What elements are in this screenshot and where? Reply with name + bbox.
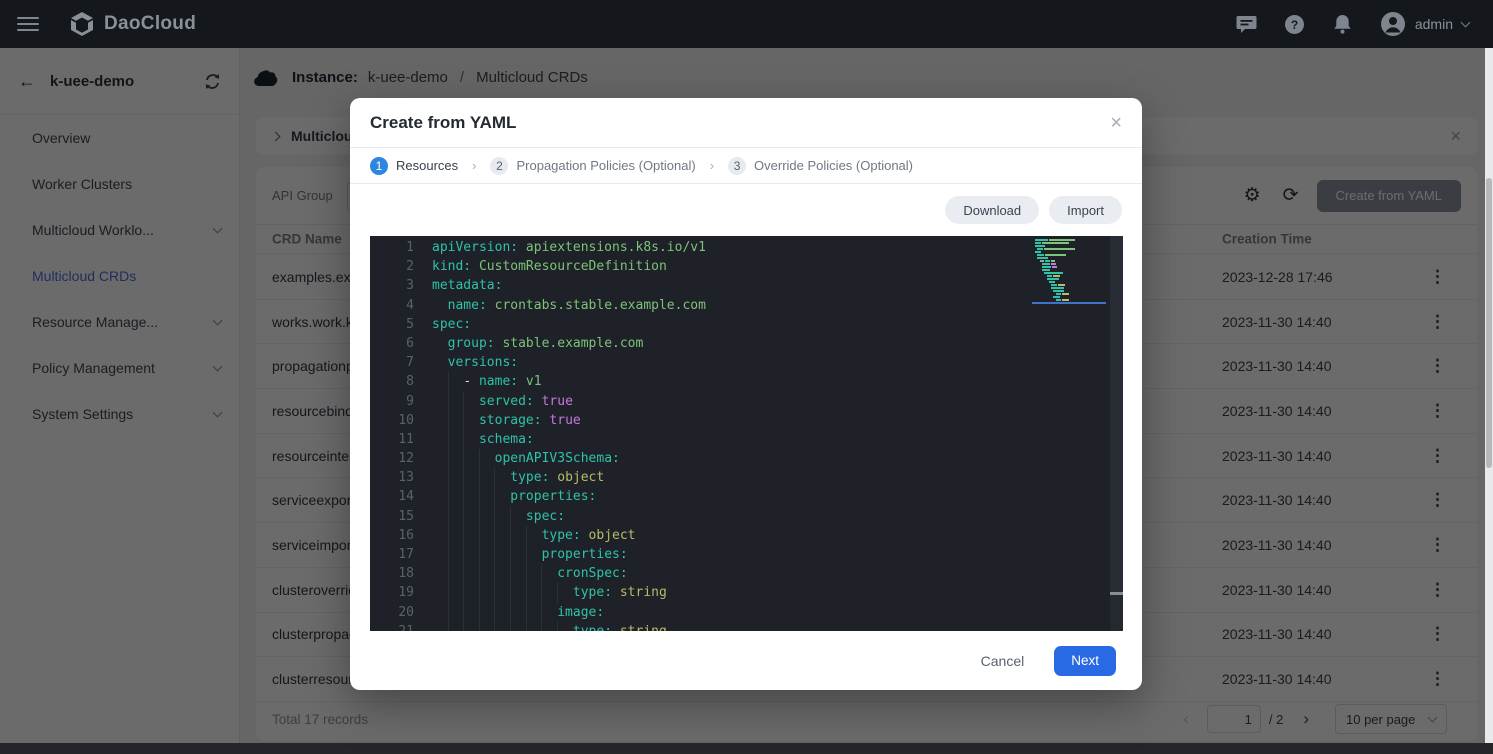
code-line: 2kind: CustomResourceDefinition — [370, 257, 1032, 276]
brand-name: DaoCloud — [104, 13, 196, 35]
cancel-button[interactable]: Cancel — [981, 653, 1025, 669]
code-line: 4 name: crontabs.stable.example.com — [370, 296, 1032, 315]
line-number: 19 — [370, 583, 414, 602]
step-separator-icon: › — [472, 158, 476, 173]
code-line: 13 type: object — [370, 468, 1032, 487]
line-number: 6 — [370, 334, 414, 353]
step-label: Propagation Policies (Optional) — [516, 158, 695, 173]
line-number: 2 — [370, 257, 414, 276]
yaml-editor[interactable]: 1apiVersion: apiextensions.k8s.io/v12kin… — [370, 236, 1123, 631]
editor-scrollbar[interactable] — [1110, 236, 1123, 631]
code-lines: 1apiVersion: apiextensions.k8s.io/v12kin… — [370, 238, 1032, 631]
step-label: Override Policies (Optional) — [754, 158, 913, 173]
line-number: 13 — [370, 468, 414, 487]
code-line: 5spec: — [370, 315, 1032, 334]
user-avatar — [1380, 11, 1406, 37]
user-menu[interactable]: admin — [1380, 11, 1469, 37]
step-1[interactable]: 1 Resources — [370, 157, 458, 175]
line-number: 12 — [370, 449, 414, 468]
step-number: 1 — [370, 157, 388, 175]
top-navbar: DaoCloud ? admin — [0, 0, 1493, 48]
step-2[interactable]: 2 Propagation Policies (Optional) — [490, 157, 695, 175]
editor-minimap[interactable] — [1032, 239, 1110, 304]
modal-title: Create from YAML — [370, 113, 516, 133]
code-line: 16 type: object — [370, 526, 1032, 545]
step-number: 2 — [490, 157, 508, 175]
menu-icon[interactable] — [17, 13, 39, 35]
code-line: 19 type: string — [370, 583, 1032, 602]
code-line: 21 type: string — [370, 622, 1032, 631]
minimap-selection-line — [1032, 302, 1106, 304]
code-line: 11 schema: — [370, 430, 1032, 449]
line-number: 18 — [370, 564, 414, 583]
user-name: admin — [1415, 16, 1453, 32]
line-number: 5 — [370, 315, 414, 334]
editor-scrollbar-thumb[interactable] — [1110, 236, 1123, 595]
code-line: 6 group: stable.example.com — [370, 334, 1032, 353]
download-button[interactable]: Download — [945, 196, 1039, 224]
line-number: 8 — [370, 372, 414, 391]
brand-logo[interactable]: DaoCloud — [69, 11, 196, 37]
code-line: 18 cronSpec: — [370, 564, 1032, 583]
line-number: 1 — [370, 238, 414, 257]
line-number: 9 — [370, 392, 414, 411]
line-number: 10 — [370, 411, 414, 430]
code-line: 10 storage: true — [370, 411, 1032, 430]
step-number: 3 — [728, 157, 746, 175]
line-number: 3 — [370, 276, 414, 295]
code-line: 7 versions: — [370, 353, 1032, 372]
code-line: 14 properties: — [370, 487, 1032, 506]
code-line: 3metadata: — [370, 276, 1032, 295]
line-number: 16 — [370, 526, 414, 545]
modal-close-icon[interactable]: × — [1110, 113, 1122, 133]
wizard-steps: 1 Resources › 2 Propagation Policies (Option… — [350, 148, 1142, 184]
code-line: 15 spec: — [370, 507, 1032, 526]
code-line: 17 properties: — [370, 545, 1032, 564]
bell-icon[interactable] — [1332, 14, 1353, 34]
line-number: 17 — [370, 545, 414, 564]
step-3[interactable]: 3 Override Policies (Optional) — [728, 157, 913, 175]
line-number: 20 — [370, 603, 414, 622]
code-line: 1apiVersion: apiextensions.k8s.io/v1 — [370, 238, 1032, 257]
line-number: 11 — [370, 430, 414, 449]
line-number: 14 — [370, 487, 414, 506]
line-number: 4 — [370, 296, 414, 315]
page-scrollbar[interactable] — [1485, 48, 1493, 743]
code-line: 20 image: — [370, 603, 1032, 622]
create-from-yaml-modal: Create from YAML × 1 Resources › 2 Propagati… — [350, 98, 1142, 690]
scrollbar-thumb[interactable] — [1486, 178, 1492, 468]
step-separator-icon: › — [710, 158, 714, 173]
code-line: 8 - name: v1 — [370, 372, 1032, 391]
chat-icon[interactable] — [1236, 14, 1257, 34]
help-icon[interactable]: ? — [1284, 14, 1305, 34]
line-number: 15 — [370, 507, 414, 526]
import-button[interactable]: Import — [1049, 196, 1122, 224]
next-button[interactable]: Next — [1054, 646, 1116, 676]
code-line: 12 openAPIV3Schema: — [370, 449, 1032, 468]
code-line: 9 served: true — [370, 392, 1032, 411]
line-number: 21 — [370, 622, 414, 631]
line-number: 7 — [370, 353, 414, 372]
daocloud-cube-icon — [69, 11, 95, 37]
step-label: Resources — [396, 158, 458, 173]
svg-text:?: ? — [1291, 18, 1298, 32]
chevron-down-icon — [1461, 18, 1471, 28]
